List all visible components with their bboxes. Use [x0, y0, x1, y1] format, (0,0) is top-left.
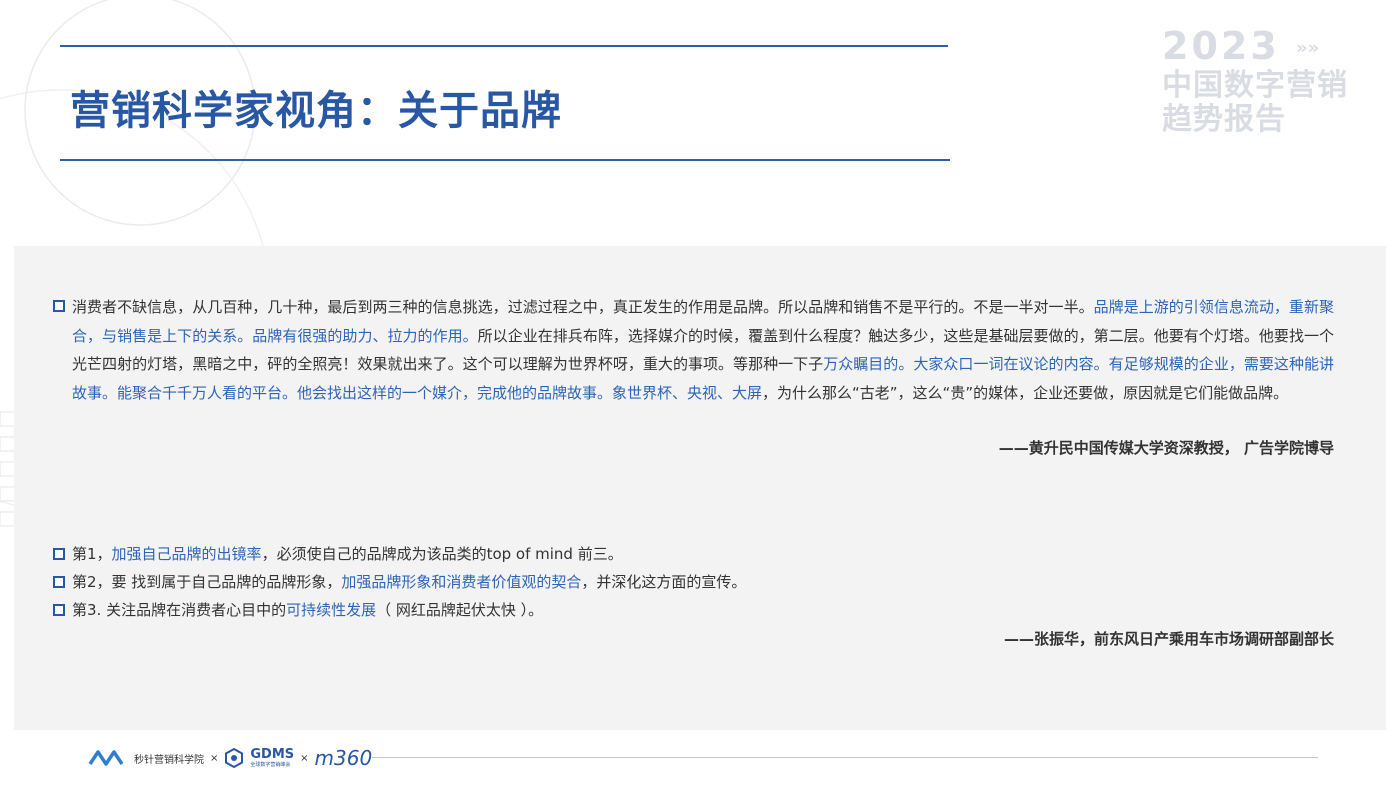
title-top-rule	[60, 45, 948, 47]
square-bullet-icon	[53, 548, 65, 560]
brand-line-2: 趋势报告	[1162, 101, 1286, 137]
brand-arrows: »»	[1296, 37, 1320, 59]
footer-rule	[372, 757, 1318, 758]
miaozhen-logo-icon	[88, 750, 124, 766]
quote-2-item: 第3. 关注品牌在消费者心目中的可持续性发展（ 网红品牌起伏太快 ）。	[72, 601, 544, 619]
gdms-logo-icon	[225, 748, 244, 768]
times-sign: ×	[300, 752, 309, 764]
logo-m360-text: m360	[314, 746, 373, 770]
brand-year: 2023	[1162, 24, 1280, 68]
report-brand-mark: 2023 »» 中国数字营销 趋势报告	[1162, 26, 1372, 137]
square-bullet-icon	[53, 300, 65, 312]
square-bullet-icon	[53, 604, 65, 616]
logo-miaozhen-text: 秒针营销科学院	[134, 754, 204, 766]
square-bullet-icon	[53, 576, 65, 588]
quote-2-highlight: 加强自己品牌的出镜率	[111, 545, 262, 563]
quote-1-attribution: ——黄升民中国传媒大学资深教授， 广告学院博导	[998, 439, 1334, 457]
quote-1-paragraph: 消费者不缺信息，从几百种，几十种，最后到两三种的信息挑选，过滤过程之中，真正发生…	[72, 293, 1334, 407]
quote-2-item: 第2，要 找到属于自己品牌的品牌形象，加强品牌形象和消费者价值观的契合，并深化这…	[72, 573, 747, 591]
brand-line-1: 中国数字营销	[1162, 67, 1348, 103]
quote-1-segment: 消费者不缺信息，从几百种，几十种，最后到两三种的信息挑选，过滤过程之中，真正发生…	[72, 298, 1094, 316]
quote-2-highlight: 可持续性发展	[286, 601, 377, 619]
quote-2-attribution: ——张振华，前东风日产乘用车市场调研部副部长	[1003, 630, 1334, 648]
quote-2-item: 第1，加强自己品牌的出镜率，必须使自己的品牌成为该品类的top of mind …	[72, 545, 623, 563]
title-bottom-rule	[60, 159, 950, 161]
quote-1-segment: ，为什么那么“古老”，这么“贵”的媒体，企业还要做，原因就是它们能做品牌。	[762, 383, 1289, 402]
times-sign: ×	[210, 752, 219, 764]
page-title: 营销科学家视角：关于品牌	[70, 88, 562, 134]
quote-2-highlight: 加强品牌形象和消费者价值观的契合	[341, 573, 582, 591]
logo-gdms-subtext: 全球数字营销峰会	[250, 761, 291, 768]
logo-gdms-text: GDMS	[250, 746, 295, 762]
footer-logos: 秒针营销科学院 × GDMS 全球数字营销峰会 × m360	[88, 744, 372, 772]
